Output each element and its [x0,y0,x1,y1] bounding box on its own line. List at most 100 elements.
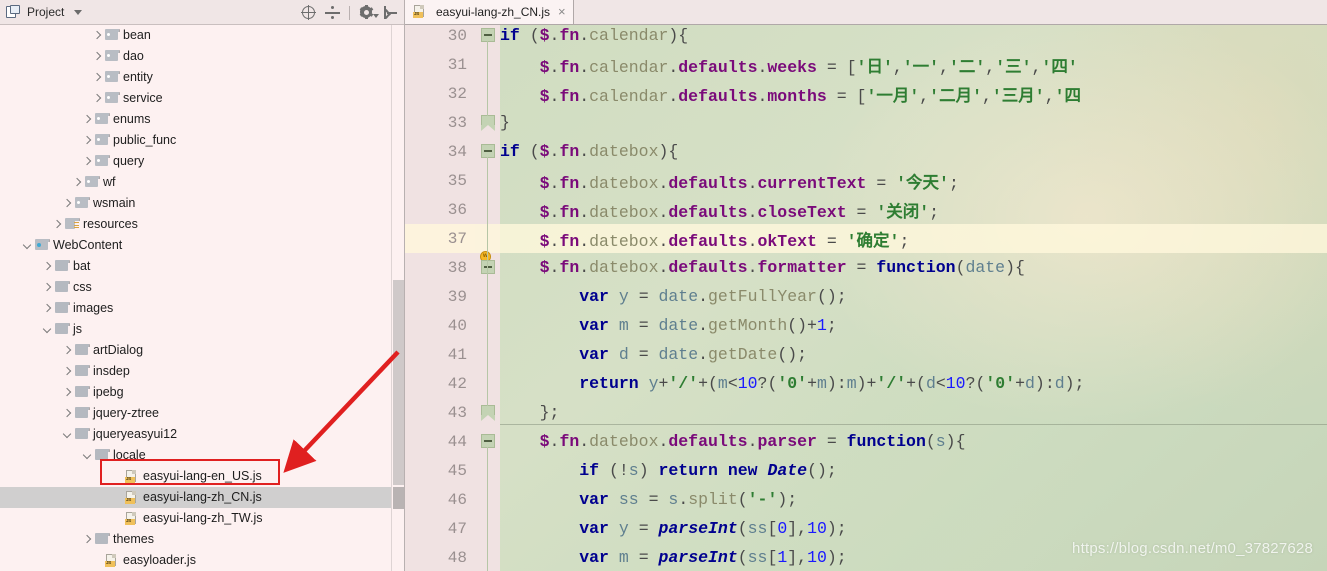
line-number: 40 [447,316,467,335]
expander-collapsed-icon[interactable] [60,193,74,214]
tree-item-dao[interactable]: dao [0,46,404,67]
code-line[interactable]: 33} [405,108,1327,137]
expander-collapsed-icon[interactable] [70,172,84,193]
close-icon[interactable]: × [558,5,566,18]
tree-item-artDialog[interactable]: artDialog [0,340,404,361]
code-line[interactable]: 40 var m = date.getMonth()+1; [405,311,1327,340]
expander-none [110,487,124,508]
package-folder-icon [94,134,110,147]
expander-collapsed-icon[interactable] [50,214,64,235]
tree-item-wf[interactable]: wf [0,172,404,193]
expander-collapsed-icon[interactable] [90,67,104,88]
tree-item-jqueryeasyui12[interactable]: jqueryeasyui12 [0,424,404,445]
expander-collapsed-icon[interactable] [60,361,74,382]
sidebar-scrollbar[interactable] [391,25,404,571]
tree-item-images[interactable]: images [0,298,404,319]
tree-item-label: query [113,154,145,168]
tree-item-public_func[interactable]: public_func [0,130,404,151]
expander-expanded-icon[interactable] [60,424,74,445]
folder-icon [94,449,110,462]
code-line[interactable]: 38 $.fn.datebox.defaults.formatter = fun… [405,253,1327,282]
tree-item-WebContent[interactable]: WebContent [0,235,404,256]
expander-collapsed-icon[interactable] [90,46,104,67]
code-line[interactable]: 30 if ($.fn.calendar){ [405,21,1327,50]
tree-item-label: jquery-ztree [93,406,159,420]
code-line[interactable]: 35 $.fn.datebox.defaults.currentText = '… [405,166,1327,195]
code-line[interactable]: 37 $.fn.datebox.defaults.okText = '确定'; [405,224,1327,253]
code-text: if (!s) return new Date(); [579,461,837,480]
sidebar-scrollbar-thumb[interactable] [393,280,404,485]
expander-collapsed-icon[interactable] [60,382,74,403]
tree-item-insdep[interactable]: insdep [0,361,404,382]
tree-item-jquery-ztree[interactable]: jquery-ztree [0,403,404,424]
code-fold-end-marker[interactable] [481,115,495,131]
code-text: if ($.fn.calendar){ [500,26,689,45]
code-line[interactable]: 32 $.fn.calendar.defaults.months = ['一月'… [405,79,1327,108]
expander-collapsed-icon[interactable] [80,151,94,172]
tree-item-easyui-lang-zh_TW.js[interactable]: easyui-lang-zh_TW.js [0,508,404,529]
chevron-down-icon[interactable] [74,9,83,15]
project-tree[interactable]: bean dao entity service enums public_funcquer… [0,25,404,571]
tree-item-label: insdep [93,364,130,378]
line-number: 47 [447,519,467,538]
collapse-all-icon[interactable] [325,5,340,20]
code-text: } [500,113,510,132]
code-fold-toggle[interactable] [481,28,497,57]
tree-item-label: service [123,91,163,105]
tree-item-bat[interactable]: bat [0,256,404,277]
expander-collapsed-icon[interactable] [40,298,54,319]
project-title-group[interactable]: Project [6,5,83,19]
expander-expanded-icon[interactable] [20,235,34,256]
expander-collapsed-icon[interactable] [40,277,54,298]
code-line[interactable]: 39 var y = date.getFullYear(); [405,282,1327,311]
hide-panel-icon[interactable] [383,5,398,20]
expander-collapsed-icon[interactable] [90,25,104,46]
web-folder-icon [34,239,50,252]
expander-expanded-icon[interactable] [80,445,94,466]
tree-item-entity[interactable]: entity [0,67,404,88]
tree-item-resources[interactable]: resources [0,214,404,235]
folder-icon [94,533,110,546]
tree-item-enums[interactable]: enums [0,109,404,130]
code-fold-toggle[interactable] [481,260,497,289]
code-text: $.fn.datebox.defaults.closeText = '关闭'; [539,202,940,222]
sidebar-scrollbar-thumb-secondary[interactable] [393,487,404,509]
project-toolbar: Project [0,0,404,25]
code-fold-toggle[interactable] [481,144,497,173]
tree-item-wsmain[interactable]: wsmain [0,193,404,214]
settings-gear-icon[interactable] [359,5,379,20]
code-line[interactable]: 34 if ($.fn.datebox){ [405,137,1327,166]
expander-collapsed-icon[interactable] [80,130,94,151]
expander-collapsed-icon[interactable] [40,256,54,277]
tree-item-ipebg[interactable]: ipebg [0,382,404,403]
tree-item-js[interactable]: js [0,319,404,340]
code-line[interactable]: 44 $.fn.datebox.defaults.parser = functi… [405,427,1327,456]
tree-item-easyloader.js[interactable]: easyloader.js [0,550,404,571]
code-fold-toggle[interactable] [481,434,497,463]
code-fold-end-marker[interactable] [481,405,495,421]
expander-collapsed-icon[interactable] [60,340,74,361]
scroll-from-source-icon[interactable] [301,5,316,20]
code-line[interactable]: 43 }; [405,398,1327,427]
tree-item-easyui-lang-zh_CN.js[interactable]: easyui-lang-zh_CN.js [0,487,404,508]
tree-item-locale[interactable]: locale [0,445,404,466]
expander-collapsed-icon[interactable] [80,529,94,550]
code-line[interactable]: 47 var y = parseInt(ss[0],10); [405,514,1327,543]
expander-collapsed-icon[interactable] [60,403,74,424]
expander-collapsed-icon[interactable] [80,109,94,130]
code-line[interactable]: 41 var d = date.getDate(); [405,340,1327,369]
code-line[interactable]: 45 if (!s) return new Date(); [405,456,1327,485]
expander-expanded-icon[interactable] [40,319,54,340]
code-area[interactable]: 30 if ($.fn.calendar){31 $.fn.calendar.de… [405,25,1327,571]
expander-collapsed-icon[interactable] [90,88,104,109]
tree-item-css[interactable]: css [0,277,404,298]
tree-item-bean[interactable]: bean [0,25,404,46]
code-line[interactable]: 46 var ss = s.split('-'); [405,485,1327,514]
tree-item-easyui-lang-en_US.js[interactable]: easyui-lang-en_US.js [0,466,404,487]
code-line[interactable]: 36 $.fn.datebox.defaults.closeText = '关闭… [405,195,1327,224]
tree-item-themes[interactable]: themes [0,529,404,550]
code-line[interactable]: 31 $.fn.calendar.defaults.weeks = ['日','… [405,50,1327,79]
code-line[interactable]: 42 return y+'/'+(m<10?('0'+m):m)+'/'+(d<… [405,369,1327,398]
tree-item-query[interactable]: query [0,151,404,172]
tree-item-service[interactable]: service [0,88,404,109]
